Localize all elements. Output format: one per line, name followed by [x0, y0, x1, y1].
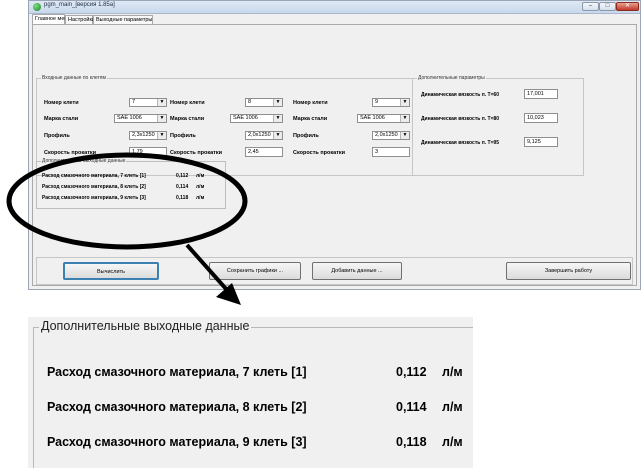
zoom-row-2-unit: л/м [442, 400, 463, 414]
highlight-ellipse [6, 152, 248, 250]
zoom-row-1-value: 0,112 [396, 365, 427, 379]
zoom-arrow-head [216, 283, 241, 305]
zoom-row-2-value: 0,114 [396, 400, 427, 414]
zoom-row-3-label: Расход смазочного материала, 9 клеть [3] [47, 435, 307, 449]
zoom-detail-panel: Дополнительные выходные данные Расход см… [28, 317, 473, 468]
zoom-row-1-label: Расход смазочного материала, 7 клеть [1] [47, 365, 307, 379]
zoom-row-2-label: Расход смазочного материала, 8 клеть [2] [47, 400, 307, 414]
zoom-row-3-unit: л/м [442, 435, 463, 449]
zoom-output-group: Дополнительные выходные данные Расход см… [33, 319, 473, 468]
zoom-group-title: Дополнительные выходные данные [39, 319, 252, 333]
zoom-row-1-unit: л/м [442, 365, 463, 379]
zoom-row-3-value: 0,118 [396, 435, 427, 449]
zoom-arrow-shaft [185, 243, 229, 292]
